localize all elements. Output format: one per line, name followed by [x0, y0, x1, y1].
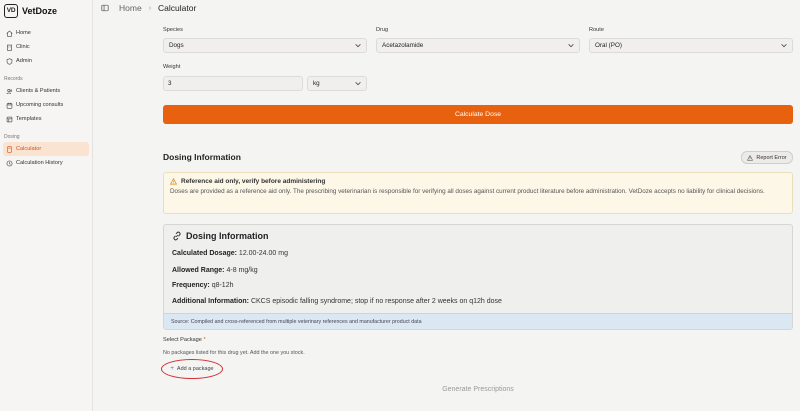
additional-info-row: Additional Information: CKCS episodic fa…	[172, 298, 502, 305]
warning-icon	[170, 178, 177, 185]
weight-unit-select[interactable]: kg	[307, 76, 367, 91]
sidebar-item-label: Clients & Patients	[16, 88, 61, 94]
required-mark: *	[203, 337, 206, 343]
allowed-range-row: Allowed Range: 4-8 mg/kg	[172, 267, 258, 274]
brand[interactable]: VD VetDoze	[0, 0, 92, 22]
select-package-text: Select Package	[163, 337, 202, 343]
chevron-down-icon	[781, 44, 787, 48]
select-package-label: Select Package *	[163, 337, 206, 343]
users-icon	[6, 88, 13, 94]
plus-icon: +	[170, 366, 174, 372]
warning-title: Reference aid only, verify before admini…	[181, 178, 326, 185]
calendar-icon	[6, 102, 13, 109]
sidebar-item-label: Admin	[16, 58, 32, 64]
weight-input[interactable]: 3	[163, 76, 303, 91]
sidebar-item-label: Calculator	[16, 146, 42, 152]
history-icon	[6, 160, 13, 166]
calculated-dosage-row: Calculated Dosage: 12.00-24.00 mg	[172, 250, 288, 257]
sidebar-item-calculator[interactable]: Calculator	[3, 142, 89, 156]
route-label: Route	[589, 27, 604, 33]
sidebar-section-dosing: Dosing	[4, 134, 20, 140]
home-icon	[6, 30, 13, 37]
chevron-down-icon	[355, 44, 361, 48]
breadcrumb: Home › Calculator	[93, 0, 800, 16]
brand-name: VetDoze	[22, 6, 58, 16]
breadcrumb-home[interactable]: Home	[119, 3, 142, 13]
warning-triangle-icon	[747, 154, 754, 161]
sidebar-item-clinic[interactable]: Clinic	[3, 40, 89, 54]
add-package-button[interactable]: + Add a package	[161, 359, 223, 379]
no-packages-note: No packages listed for this drug yet. Ad…	[163, 350, 305, 356]
additional-info-value: CKCS episodic falling syndrome; stop if …	[250, 298, 502, 305]
template-icon	[6, 116, 13, 122]
frequency-label: Frequency:	[172, 282, 210, 289]
drug-label: Drug	[376, 27, 389, 33]
generate-prescriptions-button[interactable]: Generate Prescriptions	[163, 383, 793, 397]
calculated-dosage-value: 12.00-24.00 mg	[238, 250, 288, 257]
drug-select[interactable]: Acetazolamide	[376, 38, 580, 53]
link-icon	[173, 231, 181, 241]
allowed-range-value: 4-8 mg/kg	[226, 267, 258, 274]
drug-select-value: Acetazolamide	[382, 42, 424, 49]
weight-unit-value: kg	[313, 80, 320, 87]
building-icon	[7, 44, 12, 51]
calculated-dosage-label: Calculated Dosage:	[172, 250, 237, 257]
chevron-down-icon	[355, 82, 361, 86]
frequency-row: Frequency: q8-12h	[172, 282, 233, 289]
species-select-value: Dogs	[169, 42, 184, 49]
calculate-dose-button[interactable]: Calculate Dose	[163, 105, 793, 124]
route-select-value: Oral (PO)	[595, 42, 622, 49]
species-label: Species	[163, 27, 183, 33]
sidebar-item-label: Clinic	[16, 44, 30, 50]
weight-label: Weight	[163, 64, 181, 70]
report-error-button[interactable]: Report Error	[741, 151, 793, 164]
sidebar-item-label: Templates	[16, 116, 42, 122]
shield-icon	[6, 57, 13, 65]
dosing-section-title: Dosing Information	[163, 152, 241, 162]
card-title: Dosing Information	[186, 231, 269, 241]
frequency-value: q8-12h	[211, 282, 234, 289]
report-error-label: Report Error	[756, 154, 787, 161]
sidebar-toggle-icon[interactable]	[101, 4, 109, 12]
sidebar-item-label: Calculation History	[16, 160, 63, 166]
reference-warning-banner: Reference aid only, verify before admini…	[163, 172, 793, 214]
allowed-range-label: Allowed Range:	[172, 267, 225, 274]
add-package-label: Add a package	[176, 366, 214, 372]
calculator-icon	[7, 145, 12, 153]
brand-logo: VD	[4, 4, 18, 18]
sidebar-item-clients-patients[interactable]: Clients & Patients	[3, 84, 89, 98]
sidebar-item-calculation-history[interactable]: Calculation History	[3, 156, 89, 170]
source-note: Source: Compiled and cross-referenced fr…	[164, 313, 792, 329]
sidebar-item-label: Home	[16, 30, 31, 36]
breadcrumb-separator: ›	[148, 4, 152, 12]
sidebar-item-admin[interactable]: Admin	[3, 54, 89, 68]
breadcrumb-current: Calculator	[158, 3, 197, 13]
species-select[interactable]: Dogs	[163, 38, 367, 53]
dosing-info-card: Dosing Information Calculated Dosage: 12…	[163, 224, 793, 330]
sidebar-item-templates[interactable]: Templates	[3, 112, 89, 126]
warning-body: Doses are provided as a reference aid on…	[170, 188, 765, 195]
sidebar-item-label: Upcoming consults	[16, 102, 64, 108]
sidebar-item-home[interactable]: Home	[3, 26, 89, 40]
weight-input-value: 3	[168, 80, 172, 87]
sidebar-section-records: Records	[4, 76, 23, 82]
additional-info-label: Additional Information:	[172, 298, 249, 305]
route-select[interactable]: Oral (PO)	[589, 38, 793, 53]
chevron-down-icon	[568, 44, 574, 48]
sidebar-item-upcoming-consults[interactable]: Upcoming consults	[3, 98, 89, 112]
sidebar: VD VetDoze Home Clinic Admin Records Cli…	[0, 0, 93, 411]
